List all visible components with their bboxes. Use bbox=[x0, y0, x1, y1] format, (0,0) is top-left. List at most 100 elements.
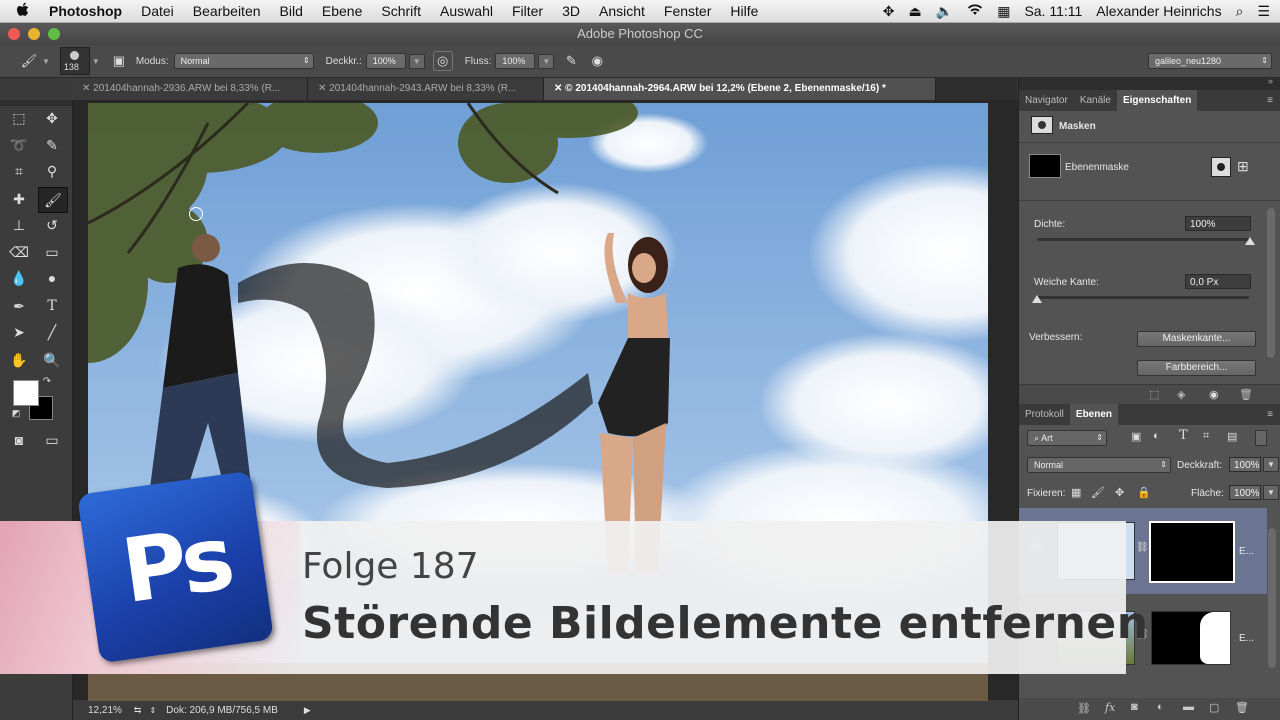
feather-slider-handle[interactable] bbox=[1032, 295, 1042, 303]
panel-menu-icon[interactable]: ≡ bbox=[1267, 90, 1273, 111]
filter-adjustment-layers-icon[interactable]: ◐ bbox=[1153, 430, 1160, 442]
preset-dropdown-arrow-icon[interactable]: ▼ bbox=[42, 57, 50, 66]
layer-mask-thumbnail[interactable] bbox=[1149, 521, 1235, 583]
history-brush-tool-icon[interactable]: ↺ bbox=[40, 213, 64, 237]
mode-select[interactable]: Normal ⇕ bbox=[173, 53, 314, 69]
screen-mode-icon[interactable]: ▭ bbox=[40, 428, 64, 452]
clock[interactable]: Sa. 11:11 bbox=[1024, 3, 1082, 19]
delete-layer-icon[interactable]: 🗑 bbox=[1235, 701, 1249, 714]
filter-shape-layers-icon[interactable]: ⌗ bbox=[1203, 430, 1209, 443]
menu-hilfe[interactable]: Hilfe bbox=[730, 3, 758, 19]
properties-scrollbar[interactable] bbox=[1267, 208, 1275, 358]
pressure-opacity-icon[interactable]: ◎ bbox=[432, 51, 453, 71]
layers-scrollbar[interactable] bbox=[1268, 528, 1276, 668]
link-layers-icon[interactable]: ⛓ bbox=[1077, 702, 1091, 715]
pen-tool-icon[interactable]: ✒ bbox=[7, 294, 31, 318]
status-arrows-icon[interactable]: ⇕ bbox=[149, 706, 156, 715]
layer-filter-select[interactable]: ⌕ Art ⇕ bbox=[1027, 430, 1107, 446]
tab-layers[interactable]: Ebenen bbox=[1069, 404, 1119, 425]
move-tool-icon[interactable]: ✥ bbox=[40, 106, 64, 130]
close-tab-icon[interactable]: ✕ bbox=[554, 83, 565, 94]
refine-mask-edge-button[interactable]: Maskenkante... bbox=[1137, 331, 1256, 347]
lock-position-icon[interactable]: ✥ bbox=[1115, 486, 1124, 499]
marquee-tool-icon[interactable]: ⬚ bbox=[7, 106, 31, 130]
gradient-tool-icon[interactable]: ▭ bbox=[40, 240, 64, 264]
pressure-size-icon[interactable]: ◉ bbox=[588, 52, 606, 70]
close-tab-icon[interactable]: ✕ bbox=[318, 83, 329, 94]
adjustment-layer-icon[interactable]: ◐ bbox=[1157, 701, 1164, 713]
density-field[interactable]: 100% bbox=[1185, 216, 1251, 231]
menu-3d[interactable]: 3D bbox=[562, 3, 580, 19]
lock-pixels-icon[interactable]: 🖌 bbox=[1091, 486, 1105, 499]
density-slider-handle[interactable] bbox=[1245, 237, 1255, 245]
filter-pixel-layers-icon[interactable]: ▣ bbox=[1131, 430, 1141, 443]
minimize-window-button[interactable] bbox=[28, 28, 40, 40]
hand-tool-icon[interactable]: ✋ bbox=[7, 348, 31, 372]
notification-center-icon[interactable]: ☰ bbox=[1257, 3, 1270, 20]
zoom-tool-icon[interactable]: 🔍 bbox=[40, 348, 64, 372]
menu-fenster[interactable]: Fenster bbox=[664, 3, 711, 19]
layer-name[interactable]: E... bbox=[1239, 546, 1254, 557]
swap-colors-icon[interactable]: ↷ bbox=[40, 374, 54, 388]
brush-panel-toggle-icon[interactable]: ▣ bbox=[110, 52, 128, 70]
opacity-dropdown-icon[interactable]: ▼ bbox=[408, 53, 425, 69]
brush-picker-arrow-icon[interactable]: ▼ bbox=[92, 57, 100, 66]
layer-name[interactable]: E... bbox=[1239, 633, 1254, 644]
eject-icon[interactable]: ⏏ bbox=[909, 3, 922, 20]
document-tab[interactable]: ✕ 201404hannah-2936.ARW bei 8,33% (R... bbox=[72, 78, 308, 100]
user-name[interactable]: Alexander Heinrichs bbox=[1096, 3, 1221, 19]
dodge-tool-icon[interactable]: ● bbox=[40, 266, 64, 290]
fill-field[interactable]: 100% bbox=[1229, 485, 1261, 500]
eyedropper-tool-icon[interactable]: ⚲ bbox=[40, 159, 64, 183]
line-tool-icon[interactable]: ╱ bbox=[40, 320, 64, 344]
wifi-icon[interactable] bbox=[967, 3, 983, 19]
menu-bearbeiten[interactable]: Bearbeiten bbox=[193, 3, 261, 19]
fill-dropdown-icon[interactable]: ▼ bbox=[1263, 485, 1279, 500]
status-info-icon[interactable]: ⇆ bbox=[134, 705, 142, 716]
apply-mask-icon[interactable]: ◈ bbox=[1177, 388, 1185, 401]
tab-channels[interactable]: Kanäle bbox=[1074, 90, 1117, 111]
brush-tool-icon[interactable]: 🖌 bbox=[38, 187, 68, 213]
new-layer-icon[interactable]: ▢ bbox=[1209, 701, 1219, 714]
filter-type-layers-icon[interactable]: T bbox=[1179, 428, 1188, 443]
opacity-field[interactable]: 100% bbox=[365, 53, 406, 69]
layer-mask-thumbnail[interactable] bbox=[1151, 611, 1231, 665]
menu-schrift[interactable]: Schrift bbox=[381, 3, 421, 19]
collapse-panel-icon[interactable]: » bbox=[1268, 76, 1273, 86]
quick-selection-tool-icon[interactable]: ✎ bbox=[40, 133, 64, 157]
quick-mask-icon[interactable]: ◙ bbox=[7, 428, 31, 452]
flow-field[interactable]: 100% bbox=[495, 53, 536, 69]
blur-tool-icon[interactable]: 💧 bbox=[7, 266, 31, 290]
spotlight-search-icon[interactable]: ⌕ bbox=[1236, 3, 1244, 20]
pixel-mask-button[interactable] bbox=[1211, 157, 1231, 177]
mask-thumbnail[interactable] bbox=[1029, 154, 1061, 178]
brush-size-picker[interactable]: 138 bbox=[59, 47, 90, 75]
delete-mask-icon[interactable]: 🗑 bbox=[1239, 388, 1253, 401]
feather-slider-track[interactable] bbox=[1037, 296, 1249, 299]
filter-smart-objects-icon[interactable]: ▤ bbox=[1227, 430, 1237, 443]
menu-bild[interactable]: Bild bbox=[280, 3, 303, 19]
flow-dropdown-icon[interactable]: ▼ bbox=[538, 53, 555, 69]
blend-mode-select[interactable]: Normal ⇕ bbox=[1027, 457, 1171, 473]
layer-mask-link-icon[interactable]: ⛓ bbox=[1136, 542, 1149, 553]
density-slider-track[interactable] bbox=[1037, 238, 1249, 241]
menu-auswahl[interactable]: Auswahl bbox=[440, 3, 493, 19]
crop-tool-icon[interactable]: ⌗ bbox=[7, 159, 31, 183]
tab-history[interactable]: Protokoll bbox=[1019, 404, 1070, 425]
tab-properties[interactable]: Eigenschaften bbox=[1116, 90, 1198, 111]
lock-all-icon[interactable]: 🔒 bbox=[1137, 486, 1151, 499]
toggle-mask-visibility-icon[interactable]: ◉ bbox=[1209, 388, 1219, 401]
close-window-button[interactable] bbox=[8, 28, 20, 40]
input-menu-icon[interactable]: ▦ bbox=[997, 3, 1010, 20]
lock-transparency-icon[interactable]: ▦ bbox=[1071, 486, 1081, 499]
layers-panel-menu-icon[interactable]: ≡ bbox=[1267, 404, 1273, 425]
vector-mask-icon[interactable]: ⊞ bbox=[1237, 158, 1249, 175]
layer-opacity-dropdown-icon[interactable]: ▼ bbox=[1263, 457, 1279, 472]
apple-icon[interactable] bbox=[16, 2, 30, 21]
zoom-window-button[interactable] bbox=[48, 28, 60, 40]
document-tab-active[interactable]: ✕ © 201404hannah-2964.ARW bei 12,2% (Ebe… bbox=[544, 78, 936, 100]
load-selection-icon[interactable]: ⬚ bbox=[1149, 388, 1159, 401]
workspace-select[interactable]: galileo_neu1280 ⇕ bbox=[1148, 53, 1272, 69]
foreground-color-swatch-top[interactable] bbox=[13, 380, 39, 406]
menu-ansicht[interactable]: Ansicht bbox=[599, 3, 645, 19]
